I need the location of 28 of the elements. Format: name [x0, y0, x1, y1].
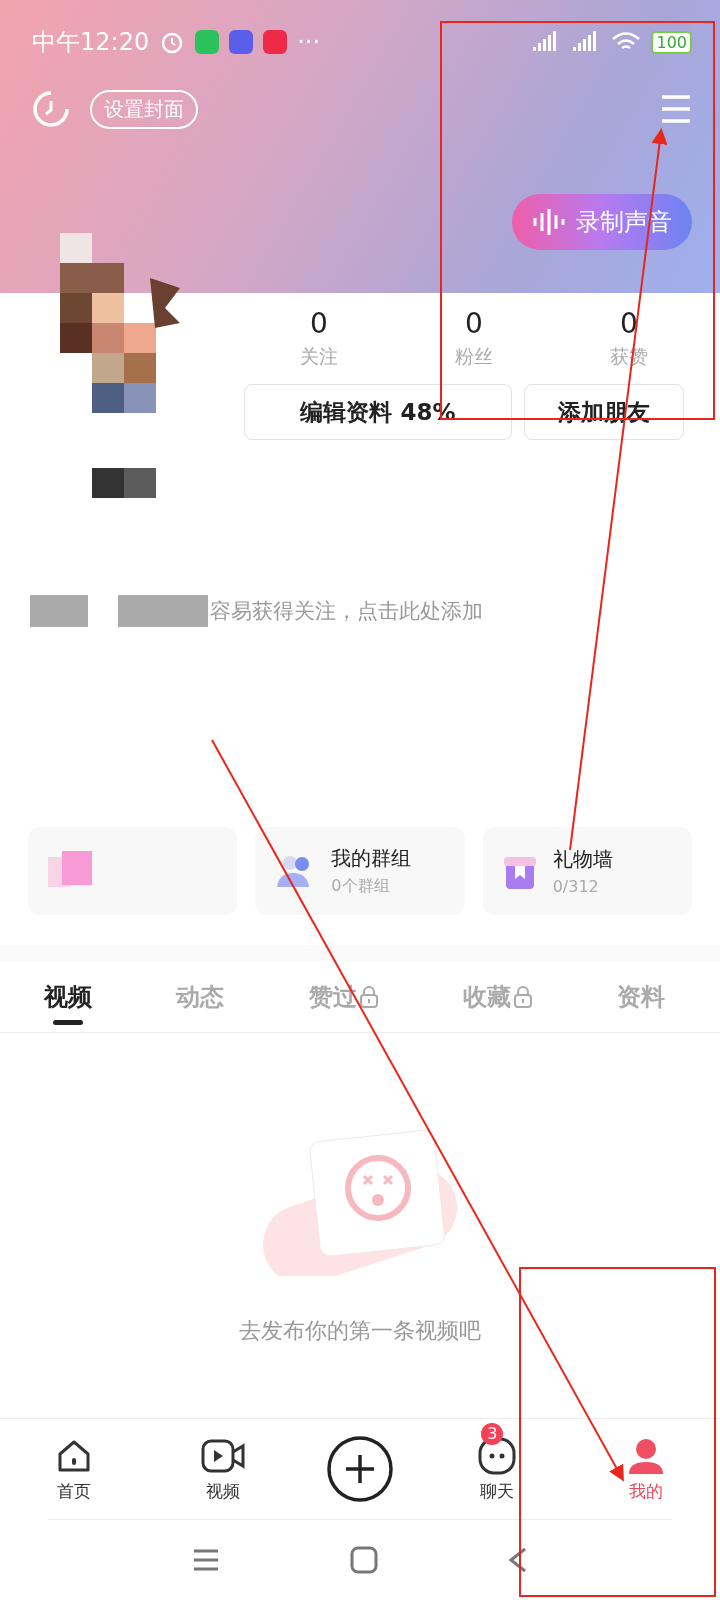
back-icon[interactable]	[508, 1546, 528, 1574]
stat-value: 0	[465, 307, 483, 340]
empty-message: 去发布你的第一条视频吧	[239, 1316, 481, 1345]
unread-badge: 3	[481, 1422, 504, 1445]
more-dots: ···	[297, 28, 321, 56]
shortcut-card[interactable]: 礼物墙 0/312	[482, 827, 692, 915]
home-button-icon[interactable]	[350, 1546, 378, 1574]
nav-item[interactable]: 首页	[29, 1434, 120, 1504]
shortcut-card[interactable]: 我的群组 0个群组	[255, 827, 465, 915]
nav-item[interactable]: 我的	[600, 1434, 691, 1504]
stat-label: 粉丝	[455, 344, 493, 369]
add-icon[interactable]	[325, 1435, 394, 1503]
nav-item[interactable]: 视频	[177, 1434, 268, 1504]
menu-icon[interactable]	[192, 1548, 220, 1572]
stat-label: 关注	[300, 344, 338, 369]
card-subtitle: 0/312	[552, 877, 600, 896]
status-time: 中午12:20	[32, 27, 150, 58]
sound-wave-icon	[532, 207, 566, 237]
stat-value: 0	[620, 307, 638, 340]
stat-value: 0	[310, 307, 328, 340]
app-icon	[263, 30, 288, 54]
battery-level: 100	[651, 30, 692, 54]
app-icon	[229, 30, 254, 54]
card-title: 我的群组	[331, 845, 412, 872]
card-title: 礼物墙	[552, 846, 613, 873]
card-subtitle: 0个群组	[331, 876, 391, 897]
app-icon	[195, 30, 220, 54]
profile-tab[interactable]: 视频	[44, 961, 92, 1032]
